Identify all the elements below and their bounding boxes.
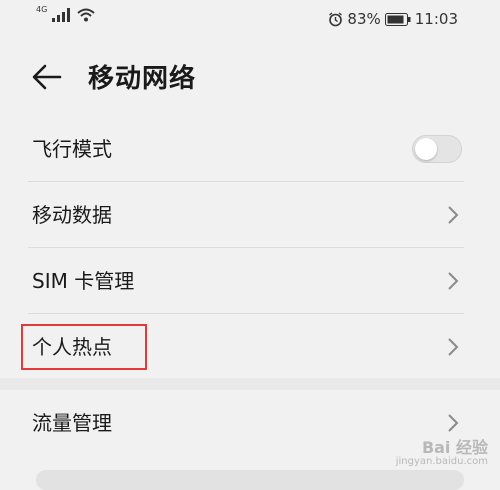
- alarm-clock-icon: [329, 11, 343, 26]
- network-type-label: 4G: [36, 5, 48, 14]
- watermark-url: jingyan.baidu.com: [395, 456, 488, 467]
- status-right: 83% 11:03: [328, 10, 458, 28]
- battery-icon: [384, 12, 411, 26]
- section-gap: [0, 378, 500, 390]
- wifi-icon: [77, 8, 95, 22]
- page-title: 移动网络: [88, 64, 197, 94]
- mobile-data-row[interactable]: 移动数据: [0, 182, 500, 248]
- chevron-right-icon: [448, 272, 459, 290]
- data-usage-label: 流量管理: [32, 411, 112, 435]
- page-header: 移动网络: [0, 38, 500, 118]
- clock-time: 11:03: [414, 10, 458, 28]
- watermark: Bai 经验 jingyan.baidu.com: [370, 434, 488, 474]
- back-arrow-icon[interactable]: [30, 60, 64, 94]
- sim-management-row[interactable]: SIM 卡管理: [0, 248, 500, 314]
- toggle-knob: [415, 138, 437, 160]
- chevron-right-icon: [448, 206, 459, 224]
- status-left: 4G: [36, 5, 95, 22]
- status-bar: 4G 83% 11:03: [0, 0, 500, 38]
- airplane-mode-label: 飞行模式: [32, 137, 112, 161]
- airplane-mode-row[interactable]: 飞行模式: [0, 116, 500, 182]
- battery-percent: 83%: [347, 10, 381, 28]
- cellular-signal-icon: [52, 8, 71, 22]
- sim-management-label: SIM 卡管理: [32, 269, 135, 293]
- chevron-right-icon: [448, 338, 459, 356]
- highlight-box: [21, 324, 147, 370]
- airplane-mode-toggle[interactable]: [412, 135, 462, 163]
- mobile-data-label: 移动数据: [32, 203, 112, 227]
- chevron-right-icon: [448, 414, 459, 432]
- watermark-brand: Bai 经验: [421, 438, 488, 457]
